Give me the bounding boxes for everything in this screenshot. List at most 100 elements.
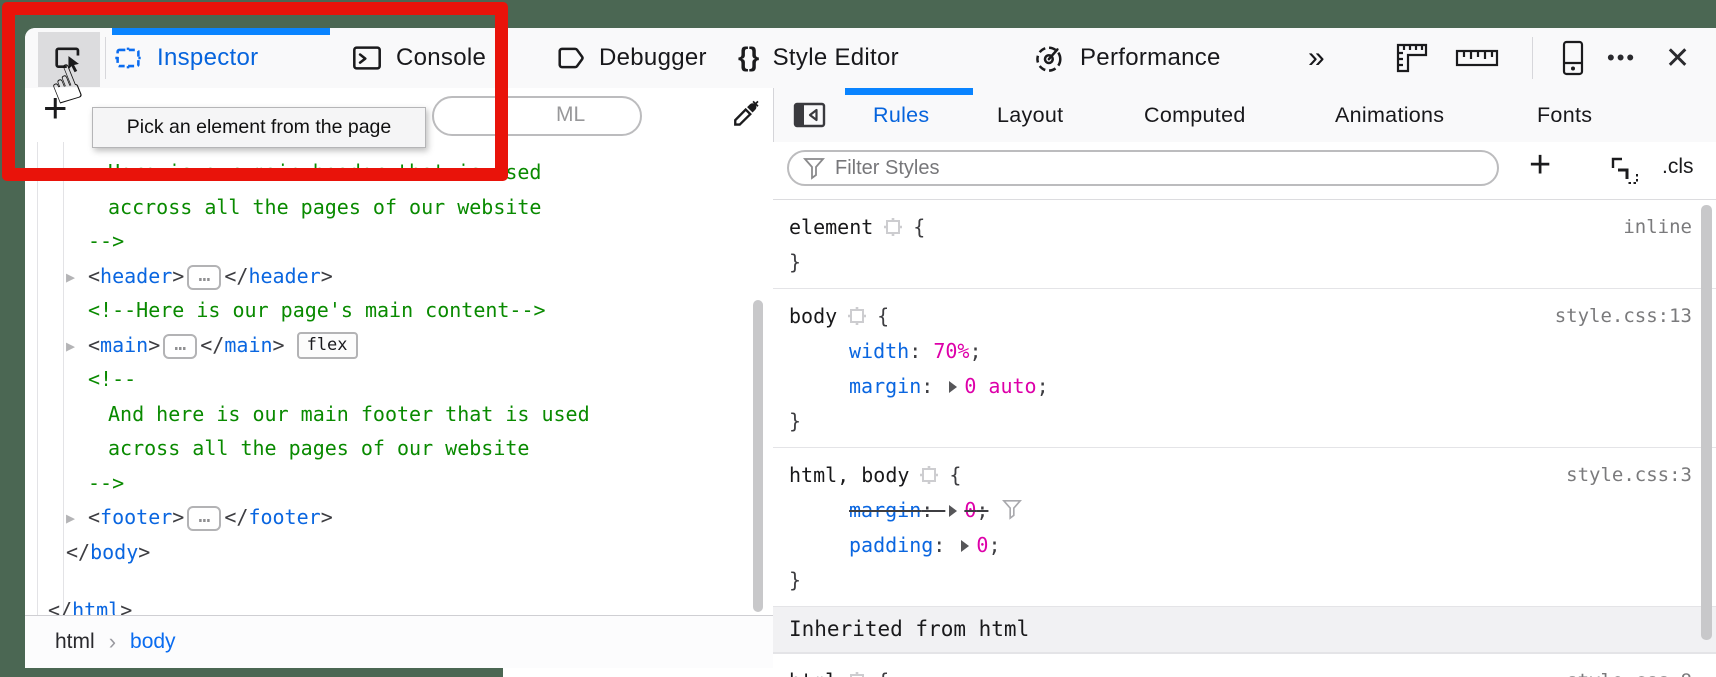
eyedropper-button[interactable]: [728, 99, 760, 131]
breadcrumb-item-html[interactable]: html: [55, 630, 95, 654]
tag-name[interactable]: header: [248, 264, 320, 288]
rulers-button[interactable]: [1455, 28, 1499, 88]
expand-arrow-icon[interactable]: ▶: [66, 501, 88, 536]
flex-badge[interactable]: flex: [297, 332, 358, 359]
css-declaration[interactable]: margin: 0;: [789, 493, 1692, 528]
selector-highlighter-icon[interactable]: [883, 217, 903, 237]
sidebar-tab-computed[interactable]: Computed: [1144, 88, 1246, 142]
measuring-tool-button[interactable]: [1395, 28, 1441, 88]
open-brace: {: [949, 463, 961, 487]
property-value[interactable]: 70%: [933, 339, 969, 363]
markup-comment-line[interactable]: accross all the pages of our website: [25, 190, 753, 225]
property-value[interactable]: 0: [976, 533, 988, 557]
inline-expander-button[interactable]: …: [163, 334, 197, 359]
tag-name[interactable]: footer: [248, 505, 320, 529]
markup-comment-line[interactable]: And here is our main footer that is used: [25, 397, 753, 432]
inline-expander-button[interactable]: …: [187, 265, 221, 290]
expand-arrow-icon[interactable]: ▶: [66, 329, 88, 364]
markup-closing-tag-line[interactable]: </body>: [25, 535, 753, 570]
rule-selector[interactable]: html, body: [789, 463, 909, 487]
source-link[interactable]: style.css:3: [1566, 458, 1692, 493]
markup-comment-line[interactable]: -->: [25, 224, 753, 259]
filter-funnel-icon: [803, 156, 825, 180]
source-link[interactable]: inline: [1623, 210, 1692, 245]
property-name[interactable]: padding: [849, 533, 933, 557]
selector-highlighter-icon[interactable]: [847, 306, 867, 326]
open-bracket: </: [224, 264, 248, 288]
more-tabs-button[interactable]: »: [1308, 28, 1325, 88]
tab-style-editor[interactable]: {}Style Editor: [738, 28, 899, 88]
colon: :: [921, 374, 945, 398]
expand-arrow-icon[interactable]: ▶: [66, 260, 88, 295]
markup-comment-line[interactable]: <!--Here is our page's main content-->: [25, 293, 753, 328]
pseudo-class-toggle-button[interactable]: [1610, 156, 1640, 186]
rules-scrollbar[interactable]: [1701, 205, 1712, 640]
tab-label: Style Editor: [773, 44, 899, 72]
tag-name[interactable]: body: [90, 540, 138, 564]
markup-element-line[interactable]: ▶<header>…</header>: [25, 259, 753, 294]
rule-selector[interactable]: html: [789, 669, 837, 677]
tag-name[interactable]: main: [224, 333, 272, 357]
close-bracket: >: [321, 264, 333, 288]
sidebar-tab-fonts[interactable]: Fonts: [1537, 88, 1592, 142]
property-value[interactable]: 0 auto: [964, 374, 1036, 398]
css-declaration[interactable]: padding: 0;: [789, 528, 1692, 563]
comment-text: -->: [88, 229, 124, 253]
property-name[interactable]: width: [849, 339, 909, 363]
tag-name[interactable]: footer: [100, 505, 172, 529]
overridden-filter-icon[interactable]: [1002, 498, 1022, 520]
tab-debugger[interactable]: Debugger: [554, 28, 707, 88]
open-brace: {: [877, 304, 889, 328]
value-expander-icon[interactable]: [949, 505, 957, 517]
three-pane-toggle-button[interactable]: [793, 101, 827, 129]
semicolon: ;: [1037, 374, 1049, 398]
responsive-design-mode-button[interactable]: [1557, 28, 1589, 88]
close-bracket: >: [273, 333, 285, 357]
devtools-menu-button[interactable]: •••: [1607, 28, 1636, 88]
rule-selector[interactable]: body: [789, 304, 837, 328]
add-rule-button[interactable]: +: [1529, 144, 1551, 187]
selector-highlighter-icon[interactable]: [919, 465, 939, 485]
markup-comment-line[interactable]: <!--: [25, 362, 753, 397]
meatball-menu-icon: •••: [1607, 45, 1636, 71]
markup-element-line[interactable]: ▶<footer>…</footer>: [25, 500, 753, 535]
property-name[interactable]: margin: [849, 374, 921, 398]
tag-name[interactable]: html: [72, 598, 120, 615]
sidebar-tab-rules[interactable]: Rules: [873, 88, 929, 142]
open-bracket: <: [88, 264, 100, 288]
css-declaration[interactable]: width: 70%;: [789, 334, 1692, 369]
filter-styles-input[interactable]: Filter Styles: [787, 150, 1499, 186]
value-expander-icon[interactable]: [961, 540, 969, 552]
breadcrumb: html›body: [25, 615, 773, 668]
css-declaration[interactable]: margin: 0 auto;: [789, 369, 1692, 404]
three-pane-toggle-icon: [793, 101, 827, 129]
rules-list: element{inline}body{style.css:13width: 7…: [773, 200, 1716, 677]
sidebar-tab-animations[interactable]: Animations: [1335, 88, 1444, 142]
breadcrumb-item-body[interactable]: body: [130, 630, 176, 654]
chevron-double-right-icon: »: [1308, 41, 1325, 75]
open-brace: {: [913, 215, 925, 239]
markup-scrollbar[interactable]: [753, 300, 763, 612]
sidebar-tab-layout[interactable]: Layout: [997, 88, 1063, 142]
source-link[interactable]: style.css:13: [1555, 299, 1692, 334]
tag-name[interactable]: main: [100, 333, 148, 357]
class-toggle-button[interactable]: .cls: [1662, 155, 1694, 179]
inline-expander-button[interactable]: …: [187, 506, 221, 531]
source-link[interactable]: style.css:8: [1566, 664, 1692, 677]
markup-element-line[interactable]: ▶<main>…</main>flex: [25, 328, 753, 363]
selector-highlighter-icon[interactable]: [847, 671, 867, 677]
markup-comment-line[interactable]: -->: [25, 466, 753, 501]
toolbar-separator: [1532, 37, 1533, 79]
tag-name[interactable]: header: [100, 264, 172, 288]
property-name[interactable]: margin: [849, 498, 921, 522]
tab-performance[interactable]: Performance: [1033, 28, 1221, 88]
property-value[interactable]: 0: [964, 498, 976, 522]
markup-comment-line[interactable]: across all the pages of our website: [25, 431, 753, 466]
close-brace: }: [789, 404, 1692, 439]
value-expander-icon[interactable]: [949, 381, 957, 393]
rule-selector[interactable]: element: [789, 215, 873, 239]
close-devtools-button[interactable]: ✕: [1665, 28, 1690, 88]
comment-text: across all the pages of our website: [108, 436, 529, 460]
tab-label: Debugger: [599, 44, 707, 72]
markup-closing-tag-line[interactable]: </html>: [25, 593, 753, 615]
